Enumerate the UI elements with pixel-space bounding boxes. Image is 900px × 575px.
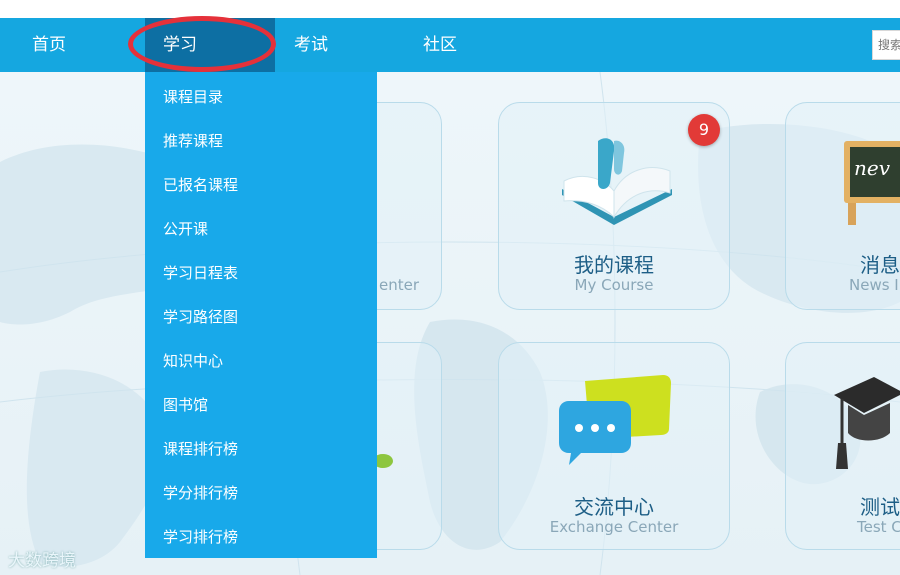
world-map-icon — [0, 72, 900, 575]
highlight-annotation — [128, 16, 276, 72]
tile-subtitle: Test C — [857, 518, 900, 536]
search-input[interactable]: 搜索 — [872, 30, 900, 60]
top-strip — [0, 0, 900, 18]
menu-item-course-catalog[interactable]: 课程目录 — [163, 86, 223, 107]
tile-news[interactable]: nev 消息 News I — [785, 102, 900, 310]
tile-subtitle: News I — [849, 276, 899, 294]
tile-test-center[interactable]: 测试 Test C — [785, 342, 900, 550]
open-book-icon — [562, 138, 672, 225]
menu-item-recommended-courses[interactable]: 推荐课程 — [163, 130, 223, 151]
watermark: 大数跨境 — [8, 551, 76, 571]
nav-item-community[interactable]: 社区 — [423, 18, 457, 72]
tile-title: 交流中心 — [574, 495, 654, 519]
menu-item-study-schedule[interactable]: 学习日程表 — [163, 262, 238, 283]
svg-text:nev: nev — [854, 156, 891, 180]
chat-bubbles-icon — [559, 375, 671, 465]
notification-badge: 9 — [688, 114, 720, 146]
menu-item-knowledge-center[interactable]: 知识中心 — [163, 350, 223, 371]
menu-item-study-ranking[interactable]: 学习排行榜 — [163, 526, 238, 547]
tile-subtitle: Exchange Center — [549, 518, 679, 536]
tile-title: 消息 — [860, 253, 900, 277]
nav-item-exam[interactable]: 考试 — [294, 18, 328, 72]
world-map-background — [0, 72, 900, 575]
nav-item-home[interactable]: 首页 — [32, 18, 66, 72]
menu-item-enrolled-courses[interactable]: 已报名课程 — [163, 174, 238, 195]
tile-exchange-center[interactable]: 交流中心 Exchange Center — [498, 342, 730, 550]
tile-my-course[interactable]: 9 我的课程 My Course — [498, 102, 730, 310]
tile-title: 我的课程 — [574, 253, 654, 277]
tile-subtitle: My Course — [574, 276, 654, 294]
study-dropdown-menu: 课程目录 推荐课程 已报名课程 公开课 学习日程表 学习路径图 知识中心 图书馆… — [145, 72, 377, 558]
menu-item-learning-path[interactable]: 学习路径图 — [163, 306, 238, 327]
menu-item-course-ranking[interactable]: 课程排行榜 — [163, 438, 238, 459]
menu-item-open-courses[interactable]: 公开课 — [163, 218, 208, 239]
tile-title: 测试 — [860, 495, 900, 519]
menu-item-credit-ranking[interactable]: 学分排行榜 — [163, 482, 238, 503]
graduation-cap-icon — [834, 377, 900, 469]
menu-item-library[interactable]: 图书馆 — [163, 394, 208, 415]
news-chalkboard-icon: nev — [844, 141, 900, 225]
